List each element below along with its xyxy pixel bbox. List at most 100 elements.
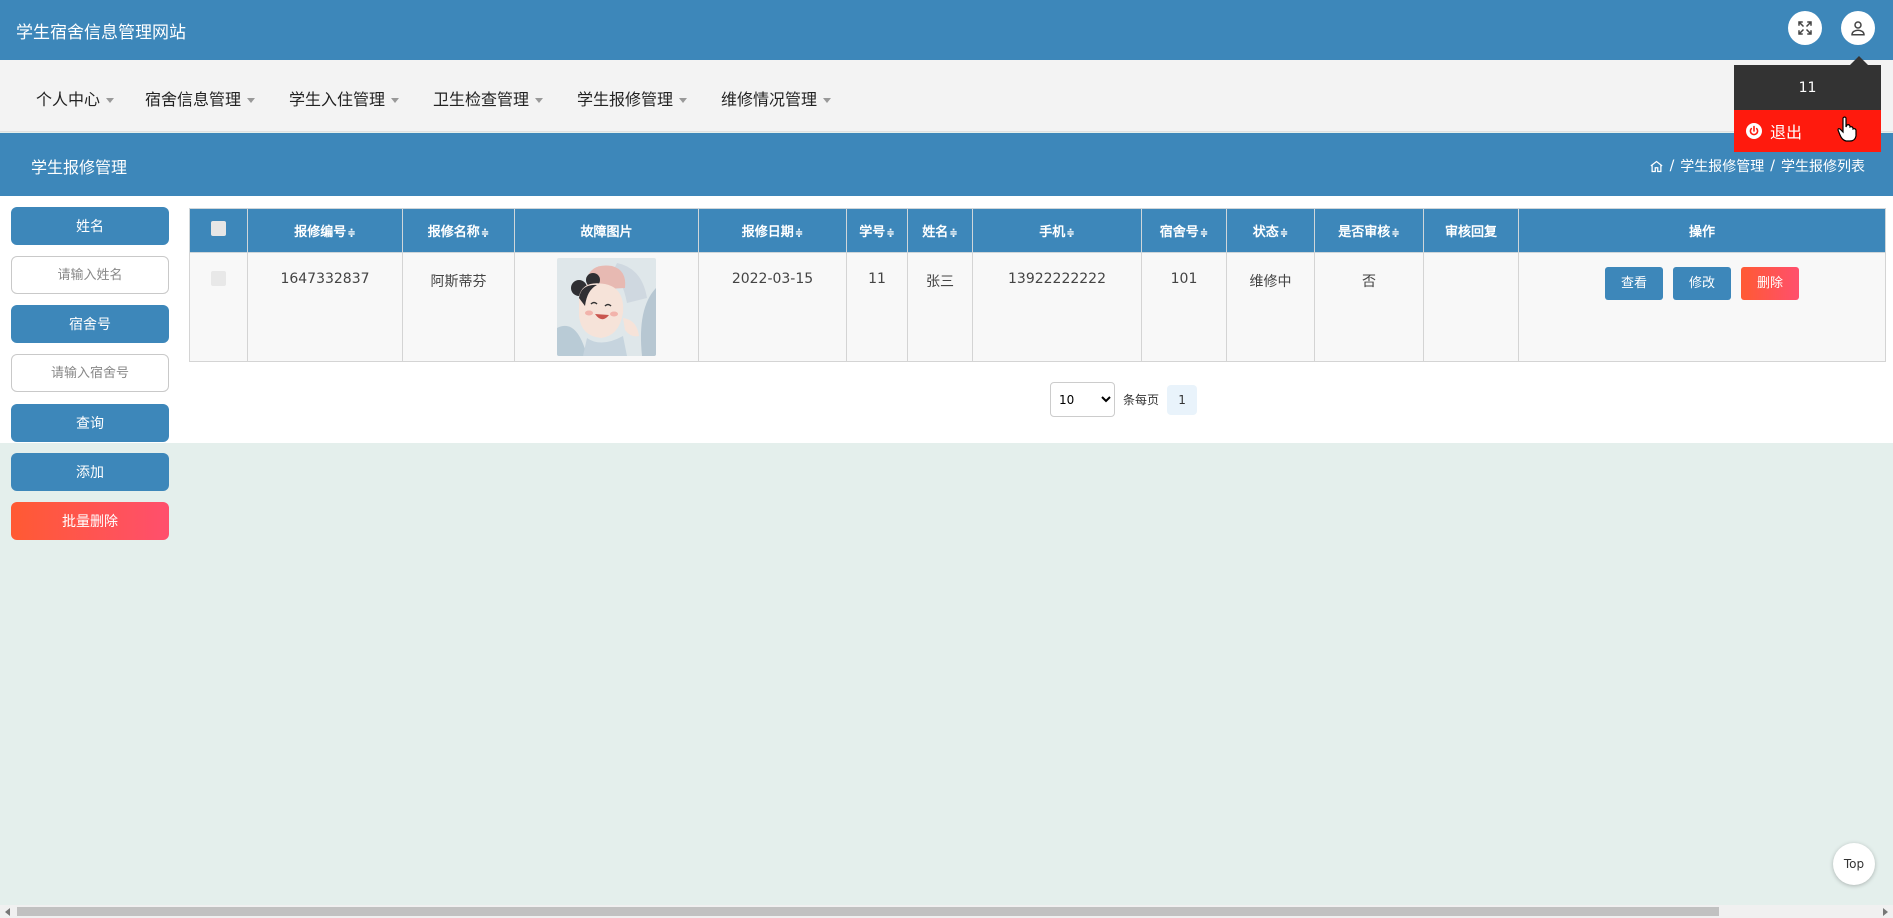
nav-label: 宿舍信息管理: [145, 90, 242, 109]
col-date[interactable]: 报修日期≑: [698, 208, 847, 253]
col-reply: 审核回复: [1423, 208, 1519, 253]
col-label: 宿舍号: [1159, 225, 1199, 240]
pagination: 10 条每页 1: [1050, 382, 1198, 417]
delete-button[interactable]: 删除: [1741, 267, 1799, 300]
col-label: 报修日期: [741, 225, 794, 240]
nav-label: 卫生检查管理: [433, 90, 530, 109]
cell-reply: [1423, 252, 1519, 362]
caret-down-icon: [106, 98, 115, 103]
logout-label: 退出: [1770, 123, 1803, 142]
site-title: 学生宿舍信息管理网站: [16, 23, 186, 43]
nav-item-checkin[interactable]: 学生入住管理: [289, 86, 400, 110]
col-reviewed[interactable]: 是否审核≑: [1314, 208, 1424, 253]
col-repair-no[interactable]: 报修编号≑: [247, 208, 403, 253]
nav-item-dorm-info[interactable]: 宿舍信息管理: [145, 86, 256, 110]
sort-icon: ≑: [1391, 228, 1400, 239]
col-repair-name[interactable]: 报修名称≑: [402, 208, 515, 253]
page-title: 学生报修管理: [31, 158, 128, 177]
table-row: 1647332837 阿斯蒂芬 2022-03-15 11 张三 1392222…: [189, 252, 1886, 362]
nav-item-repair-requests[interactable]: 学生报修管理: [577, 86, 688, 110]
fullscreen-icon: [1798, 21, 1812, 35]
sort-icon: ≑: [480, 228, 490, 239]
table-header-row: 报修编号≑ 报修名称≑ 故障图片 报修日期≑ 学号≑ 姓名≑ 手机≑ 宿舍号≑ …: [189, 208, 1886, 253]
breadcrumb: / 学生报修管理 / 学生报修列表: [1649, 156, 1865, 176]
illustration-girl-image: [557, 258, 656, 356]
batch-delete-button[interactable]: 批量删除: [11, 502, 169, 540]
dorm-search-input[interactable]: [11, 354, 169, 392]
col-label: 故障图片: [580, 225, 633, 240]
caret-down-icon: [679, 98, 688, 103]
repair-table: 报修编号≑ 报修名称≑ 故障图片 报修日期≑ 学号≑ 姓名≑ 手机≑ 宿舍号≑ …: [189, 208, 1886, 362]
name-label: 姓名: [11, 207, 169, 245]
row-checkbox[interactable]: [211, 271, 226, 286]
home-icon[interactable]: [1649, 159, 1664, 174]
page-number-current[interactable]: 1: [1167, 384, 1198, 415]
sort-icon: ≑: [347, 228, 356, 239]
col-dorm[interactable]: 宿舍号≑: [1141, 208, 1227, 253]
page-header: 学生报修管理 / 学生报修管理 / 学生报修列表: [0, 133, 1893, 196]
row-select-cell: [189, 252, 248, 362]
cell-repair-name: 阿斯蒂芬: [402, 252, 515, 362]
scroll-left-icon[interactable]: [5, 908, 10, 916]
col-student-no[interactable]: 学号≑: [846, 208, 908, 253]
breadcrumb-separator: /: [1770, 158, 1775, 174]
cell-image: [514, 252, 699, 362]
breadcrumb-item[interactable]: 学生报修管理: [1680, 156, 1764, 176]
fullscreen-button[interactable]: [1788, 11, 1822, 45]
logout-button[interactable]: 退出: [1734, 110, 1881, 152]
cell-dorm: 101: [1141, 252, 1227, 362]
page-size-select[interactable]: 10: [1050, 382, 1115, 417]
cell-name: 张三: [907, 252, 973, 362]
sort-icon: ≑: [886, 228, 895, 239]
power-icon: [1746, 123, 1762, 139]
user-icon: [1851, 21, 1865, 36]
main-nav: 个人中心 宿舍信息管理 学生入住管理 卫生检查管理 学生报修管理 维修情况管理: [0, 60, 1893, 132]
nav-item-personal-center[interactable]: 个人中心: [36, 86, 115, 110]
col-label: 操作: [1688, 225, 1715, 240]
horizontal-scrollbar[interactable]: [0, 905, 1893, 918]
breadcrumb-item: 学生报修列表: [1781, 159, 1865, 175]
dropdown-arrow: [1850, 56, 1868, 65]
caret-down-icon: [247, 98, 256, 103]
caret-down-icon: [391, 98, 400, 103]
caret-down-icon: [535, 98, 544, 103]
cell-reviewed: 否: [1314, 252, 1424, 362]
scrollbar-thumb[interactable]: [17, 907, 1719, 916]
sort-icon: ≑: [1066, 228, 1075, 239]
col-status[interactable]: 状态≑: [1226, 208, 1315, 253]
view-button[interactable]: 查看: [1605, 267, 1663, 300]
cell-repair-no: 1647332837: [247, 252, 403, 362]
col-phone[interactable]: 手机≑: [972, 208, 1142, 253]
sort-icon: ≑: [1199, 228, 1209, 239]
select-all-checkbox[interactable]: [211, 221, 226, 236]
scroll-right-icon[interactable]: [1883, 908, 1888, 916]
cell-status: 维修中: [1226, 252, 1315, 362]
add-button[interactable]: 添加: [11, 453, 169, 491]
query-button[interactable]: 查询: [11, 404, 169, 442]
nav-label: 学生入住管理: [289, 90, 386, 109]
nav-item-hygiene[interactable]: 卫生检查管理: [433, 86, 544, 110]
cell-student-no: 11: [846, 252, 908, 362]
hand-cursor-icon: [1837, 116, 1857, 142]
breadcrumb-separator: /: [1669, 158, 1675, 174]
sort-icon: ≑: [949, 228, 958, 239]
col-label: 是否审核: [1338, 225, 1391, 240]
cell-actions: 查看 修改 删除: [1518, 252, 1886, 362]
back-to-top-button[interactable]: Top: [1833, 843, 1875, 885]
col-actions: 操作: [1518, 208, 1886, 253]
sort-icon: ≑: [1279, 228, 1289, 239]
user-button[interactable]: [1841, 11, 1875, 45]
edit-button[interactable]: 修改: [1673, 267, 1731, 300]
fault-image[interactable]: [557, 258, 656, 356]
col-label: 审核回复: [1444, 225, 1497, 240]
col-name[interactable]: 姓名≑: [907, 208, 973, 253]
sort-icon: ≑: [794, 228, 804, 239]
per-page-label: 条每页: [1123, 393, 1160, 407]
name-search-input[interactable]: [11, 256, 169, 294]
col-image: 故障图片: [514, 208, 699, 253]
nav-label: 学生报修管理: [577, 90, 674, 109]
col-label: 学号: [859, 225, 886, 240]
col-label: 姓名: [922, 225, 949, 240]
nav-item-repair-status[interactable]: 维修情况管理: [721, 86, 832, 110]
nav-label: 维修情况管理: [721, 90, 818, 109]
